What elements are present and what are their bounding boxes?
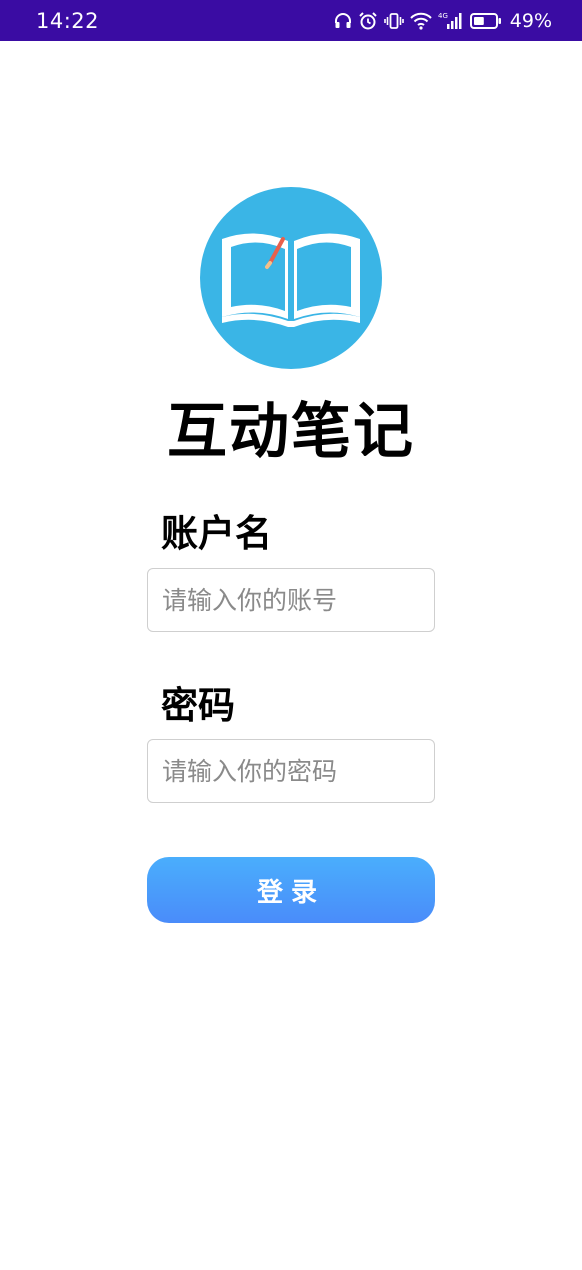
status-icons: 4G 49% xyxy=(334,10,552,32)
account-input[interactable] xyxy=(147,568,435,632)
login-screen: 14:22 4G 49% 互动笔记 账户名 请输入你的账号 密码 登录 xyxy=(0,0,582,1270)
status-time: 14:22 xyxy=(36,8,100,33)
password-input[interactable] xyxy=(147,739,435,803)
battery-percent: 49% xyxy=(509,9,552,32)
login-button[interactable]: 登录 xyxy=(147,857,435,923)
open-book-icon xyxy=(200,187,382,369)
account-label: 账户名 xyxy=(161,512,272,555)
vibrate-icon xyxy=(383,12,404,29)
status-bar: 14:22 4G 49% xyxy=(0,0,582,41)
headphones-icon xyxy=(334,12,351,28)
password-label: 密码 xyxy=(161,684,235,727)
battery-icon xyxy=(469,12,501,29)
cellular-signal-icon: 4G xyxy=(438,12,462,29)
alarm-icon xyxy=(359,11,377,29)
wifi-icon xyxy=(410,12,432,30)
network-label: 4G xyxy=(438,12,448,20)
app-title: 互动笔记 xyxy=(167,397,415,467)
